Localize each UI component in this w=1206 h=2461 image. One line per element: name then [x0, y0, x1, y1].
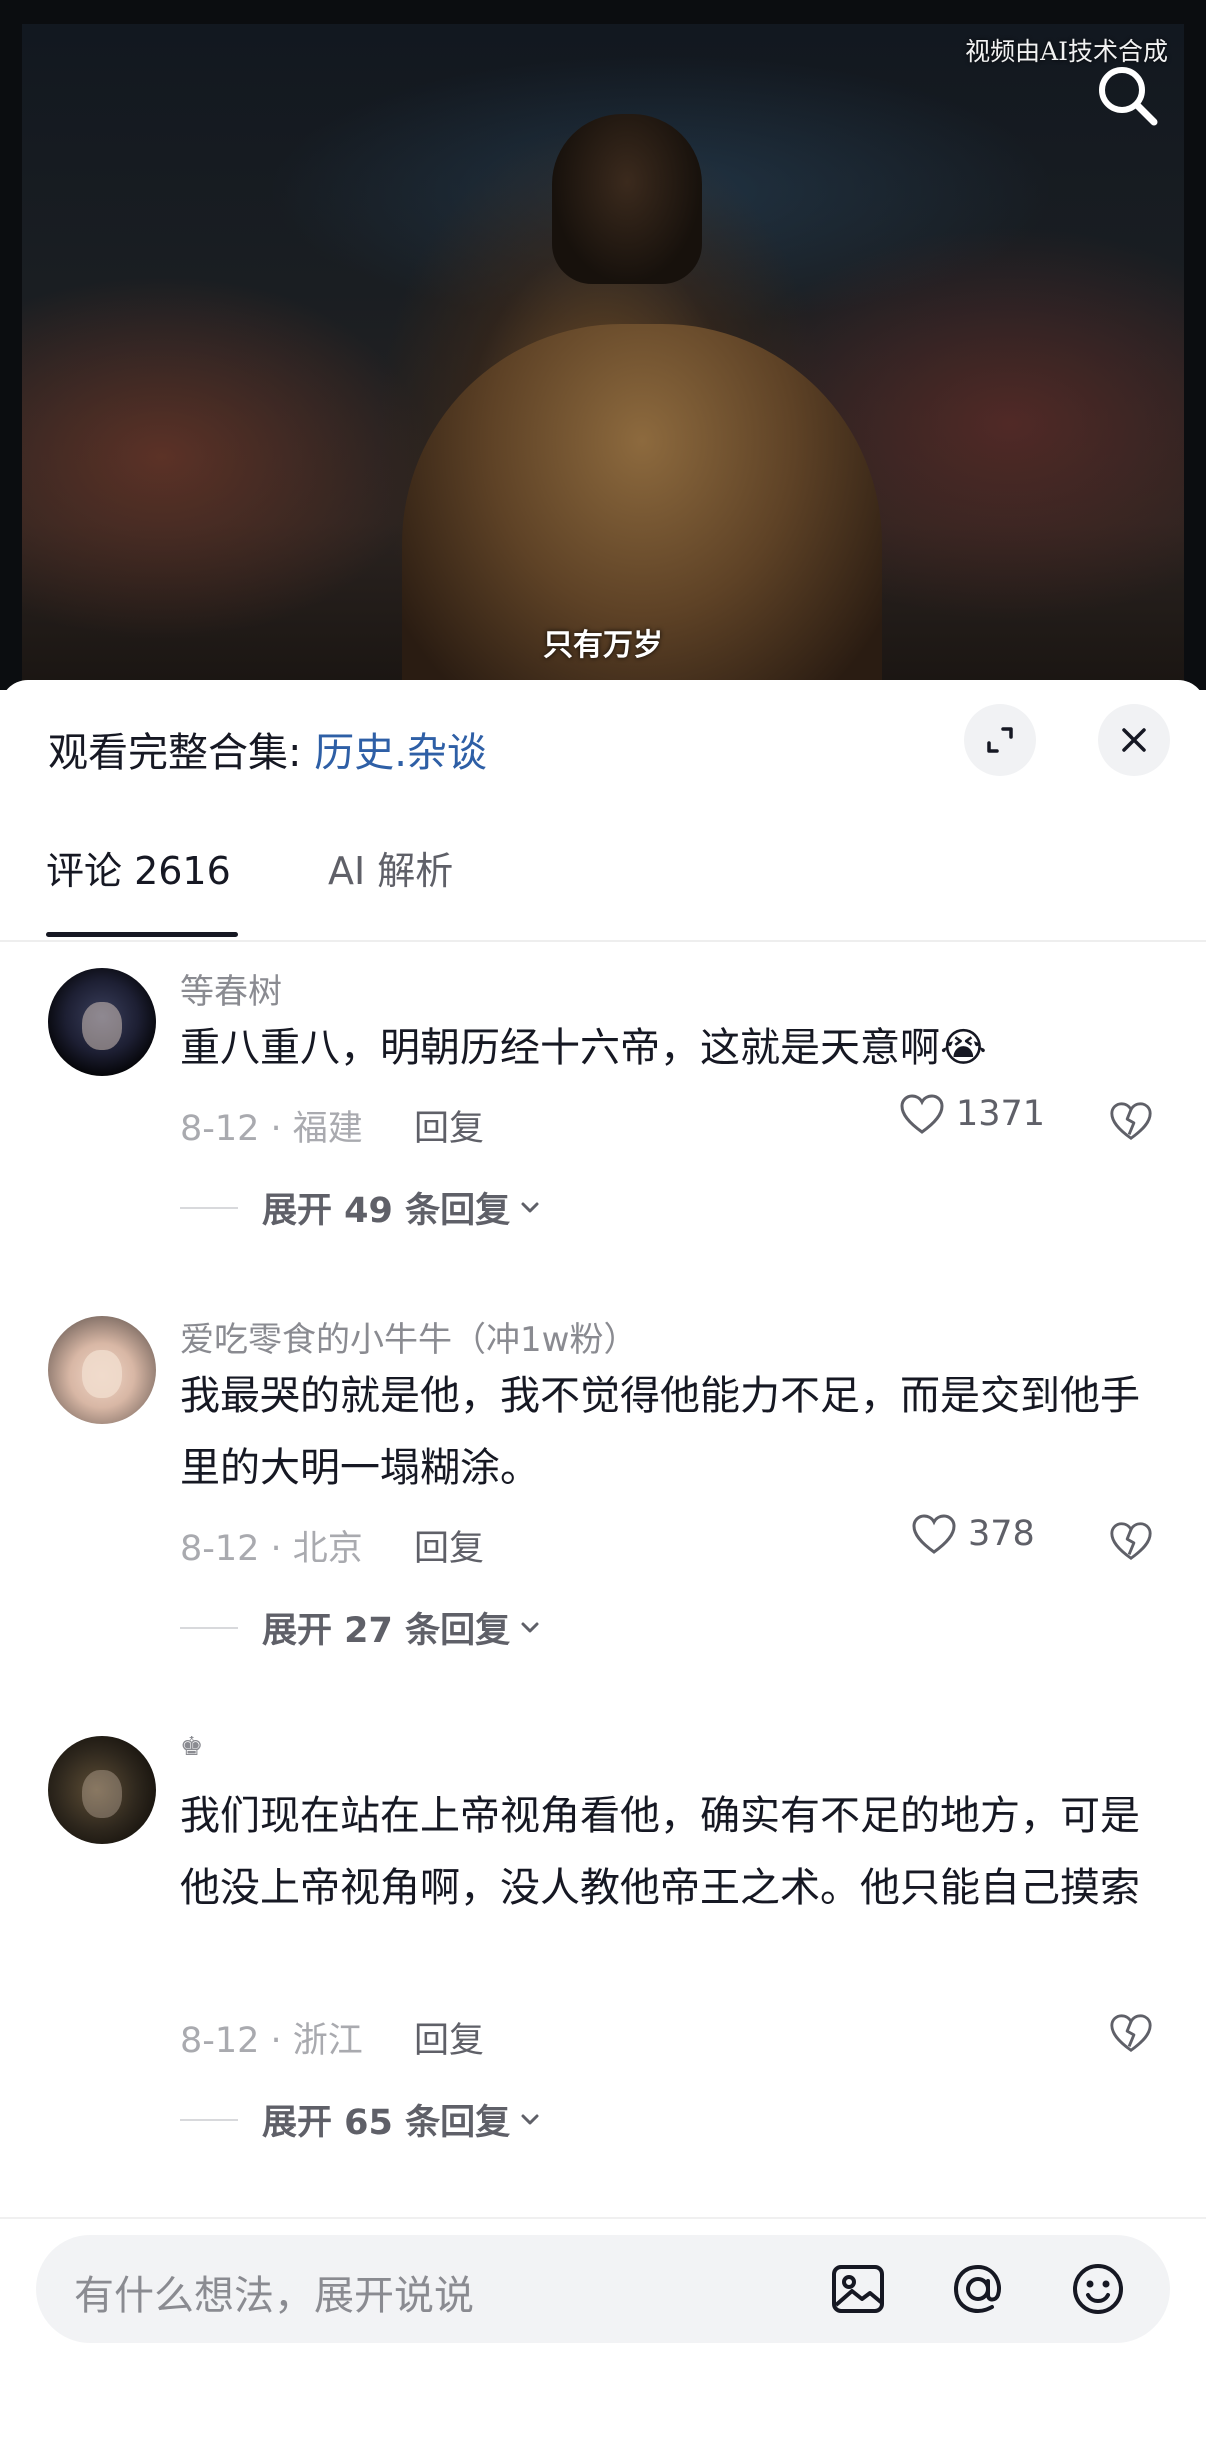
- video-subtitle: 只有万岁: [543, 628, 663, 663]
- comment-text: 我们现在站在上帝视角看他，确实有不足的地方，可是他没上帝视角啊，没人教他帝王之术…: [180, 1793, 1140, 1911]
- heart-icon: [912, 1514, 956, 1554]
- at-icon[interactable]: [946, 2257, 1010, 2321]
- comment-author[interactable]: ♚: [180, 1732, 203, 1762]
- close-button[interactable]: [1098, 704, 1170, 776]
- expand-replies-button[interactable]: 展开 65 条回复: [180, 2094, 542, 2145]
- comment-sheet: 观看完整合集: 历史.杂谈 评论 2616 AI 解析 等春树 重八重八，明朝历…: [0, 680, 1206, 2461]
- expand-replies-button[interactable]: 展开 49 条回复: [180, 1182, 542, 1233]
- broken-heart-icon: [1110, 1102, 1152, 1141]
- tab-active-indicator: [46, 932, 238, 937]
- comment-input[interactable]: 有什么想法，展开说说: [36, 2235, 1170, 2343]
- collection-prefix: 观看完整合集:: [48, 730, 315, 776]
- collection-banner[interactable]: 观看完整合集: 历史.杂谈: [48, 720, 487, 778]
- collection-link[interactable]: 历史.杂谈: [314, 730, 487, 776]
- tab-comments[interactable]: 评论 2616: [46, 840, 231, 895]
- tab-bar: 评论 2616 AI 解析: [0, 840, 1206, 942]
- like-button[interactable]: 1371: [898, 1092, 1045, 1136]
- search-icon[interactable]: [1092, 60, 1162, 130]
- reply-button[interactable]: 回复: [414, 2012, 484, 2063]
- comment-input-bar: 有什么想法，展开说说: [0, 2217, 1206, 2461]
- video-frame: [22, 24, 1184, 690]
- video-player[interactable]: 视频由AI技术合成 只有万岁: [0, 0, 1206, 690]
- expand-button[interactable]: [964, 704, 1036, 776]
- chevron-down-icon: [521, 1202, 539, 1212]
- broken-heart-icon: [1110, 2014, 1152, 2053]
- comment-author[interactable]: 等春树: [180, 964, 282, 1013]
- like-button[interactable]: 378: [910, 1512, 1035, 1556]
- comment-meta: 8-12 · 福建: [180, 1109, 363, 1149]
- expand-replies-label: 展开 49 条回复: [262, 1191, 511, 1231]
- dislike-button[interactable]: [1108, 2010, 1154, 2056]
- image-icon[interactable]: [826, 2257, 890, 2321]
- chevron-down-icon: [521, 2114, 539, 2124]
- comment-input-placeholder: 有什么想法，展开说说: [74, 2273, 474, 2319]
- comment-text: 重八重八，明朝历经十六帝，这就是天意啊😭: [180, 1025, 987, 1071]
- reply-button[interactable]: 回复: [414, 1100, 484, 1151]
- video-scene-figure: [552, 114, 702, 284]
- emoji-icon[interactable]: [1066, 2257, 1130, 2321]
- avatar[interactable]: [48, 1736, 156, 1844]
- close-icon: [1122, 728, 1146, 752]
- expand-icon: [987, 727, 1013, 753]
- reply-button[interactable]: 回复: [414, 1520, 484, 1571]
- divider-line: [180, 1206, 238, 1209]
- broken-heart-icon: [1110, 1522, 1152, 1561]
- expand-replies-button[interactable]: 展开 27 条回复: [180, 1602, 542, 1653]
- divider-line: [180, 2118, 238, 2121]
- expand-replies-label: 展开 65 条回复: [262, 2103, 511, 2143]
- comment-author[interactable]: 爱吃零食的小牛牛（冲1w粉）: [180, 1312, 637, 1361]
- comment-text: 我最哭的就是他，我不觉得他能力不足，而是交到他手里的大明一塌糊涂。: [180, 1373, 1140, 1491]
- expand-replies-label: 展开 27 条回复: [262, 1611, 511, 1651]
- avatar[interactable]: [48, 968, 156, 1076]
- divider-line: [180, 1626, 238, 1629]
- comment-meta: 8-12 · 北京: [180, 1529, 363, 1569]
- like-count: 1371: [956, 1094, 1046, 1134]
- comment-meta: 8-12 · 浙江: [180, 2021, 363, 2061]
- avatar[interactable]: [48, 1316, 156, 1424]
- chevron-down-icon: [521, 1622, 539, 1632]
- tab-ai-analysis[interactable]: AI 解析: [328, 840, 453, 895]
- dislike-button[interactable]: [1108, 1098, 1154, 1144]
- heart-icon: [900, 1094, 944, 1134]
- like-count: 378: [968, 1514, 1035, 1554]
- dislike-button[interactable]: [1108, 1518, 1154, 1564]
